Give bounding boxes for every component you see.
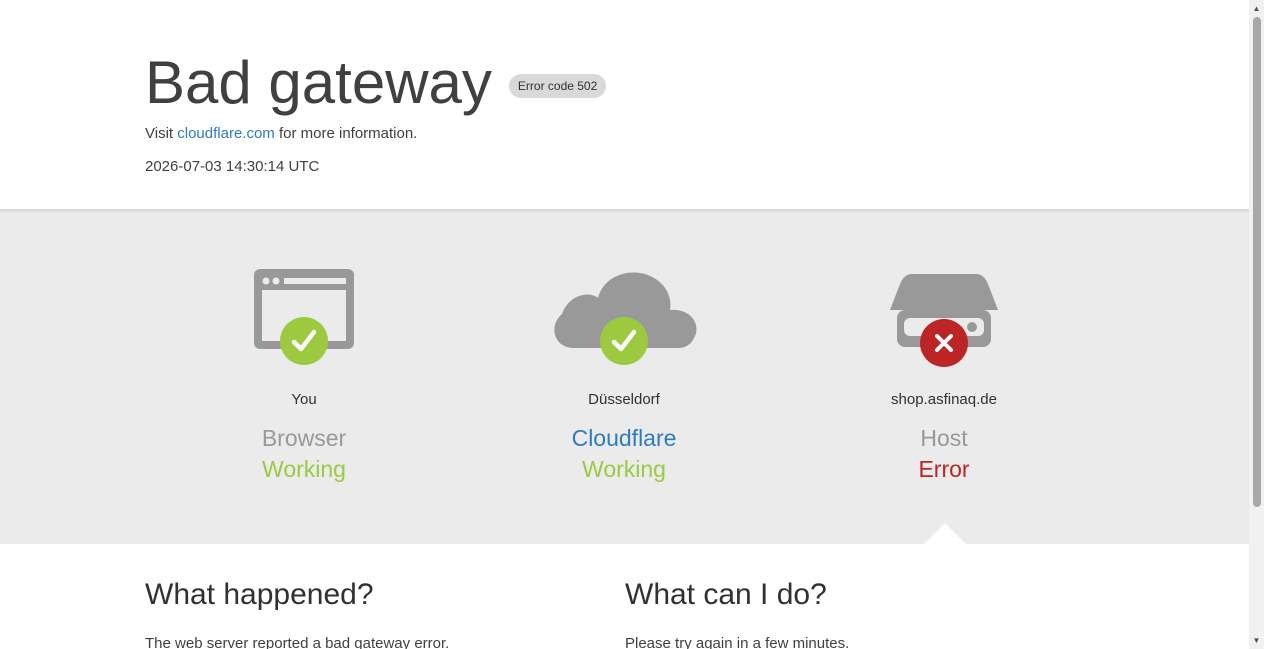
status-column-host: shop.asfinaq.de Host Error [824,209,1064,544]
cloud-icon [554,272,697,365]
visit-suffix: for more information. [278,125,418,142]
browser-icon [254,269,354,365]
scroll-down-arrow-icon[interactable]: ▼ [1249,633,1264,648]
status-column-cloudflare: Düsseldorf Cloudflare Working [504,209,744,544]
host-location: shop.asfinaq.de [891,391,997,408]
cloudflare-location: Düsseldorf [588,391,660,408]
browser-status-graphic [184,264,424,374]
check-icon [280,317,328,365]
page-title: Bad gateway [145,49,492,116]
host-status-graphic [824,264,1064,374]
scrollbar-thumb[interactable] [1253,17,1261,507]
cloudflare-state: Working [582,456,666,482]
browser-state: Working [262,456,346,482]
host-role: Host [920,425,968,451]
browser-location: You [291,391,317,408]
what-happened-heading: What happened? [145,578,374,611]
host-state: Error [918,456,970,482]
visit-line: Visit cloudflare.com for more informatio… [145,125,417,142]
scroll-up-arrow-icon[interactable]: ▲ [1249,1,1264,16]
header: Bad gateway Error code 502 Visit cloudfl… [0,0,1249,209]
explanation-section: What happened? The web server reported a… [0,544,1249,649]
status-column-browser: You Browser Working [184,209,424,544]
visit-prefix: Visit [145,125,174,142]
server-icon [890,274,998,367]
host-pointer-arrow [924,523,966,544]
cloudflare-link[interactable]: cloudflare.com [177,125,275,142]
cloudflare-status-graphic [504,264,744,374]
title-row: Bad gateway Error code 502 [145,48,607,118]
page: Bad gateway Error code 502 Visit cloudfl… [0,0,1249,649]
vertical-scrollbar[interactable]: ▲ ▼ [1249,0,1264,649]
what-happened-text: The web server reported a bad gateway er… [145,635,450,649]
cloudflare-role-link[interactable]: Cloudflare [504,425,744,452]
status-band: You Browser Working Düsseldorf Cloudflar… [0,209,1249,544]
check-icon [600,317,648,365]
error-x-icon [920,319,968,367]
timestamp: 2026-07-03 14:30:14 UTC [145,158,320,175]
what-can-i-do-heading: What can I do? [625,578,827,611]
what-can-i-do-text: Please try again in a few minutes. [625,635,850,649]
browser-role: Browser [261,425,347,451]
error-code-badge: Error code 502 [508,74,607,98]
